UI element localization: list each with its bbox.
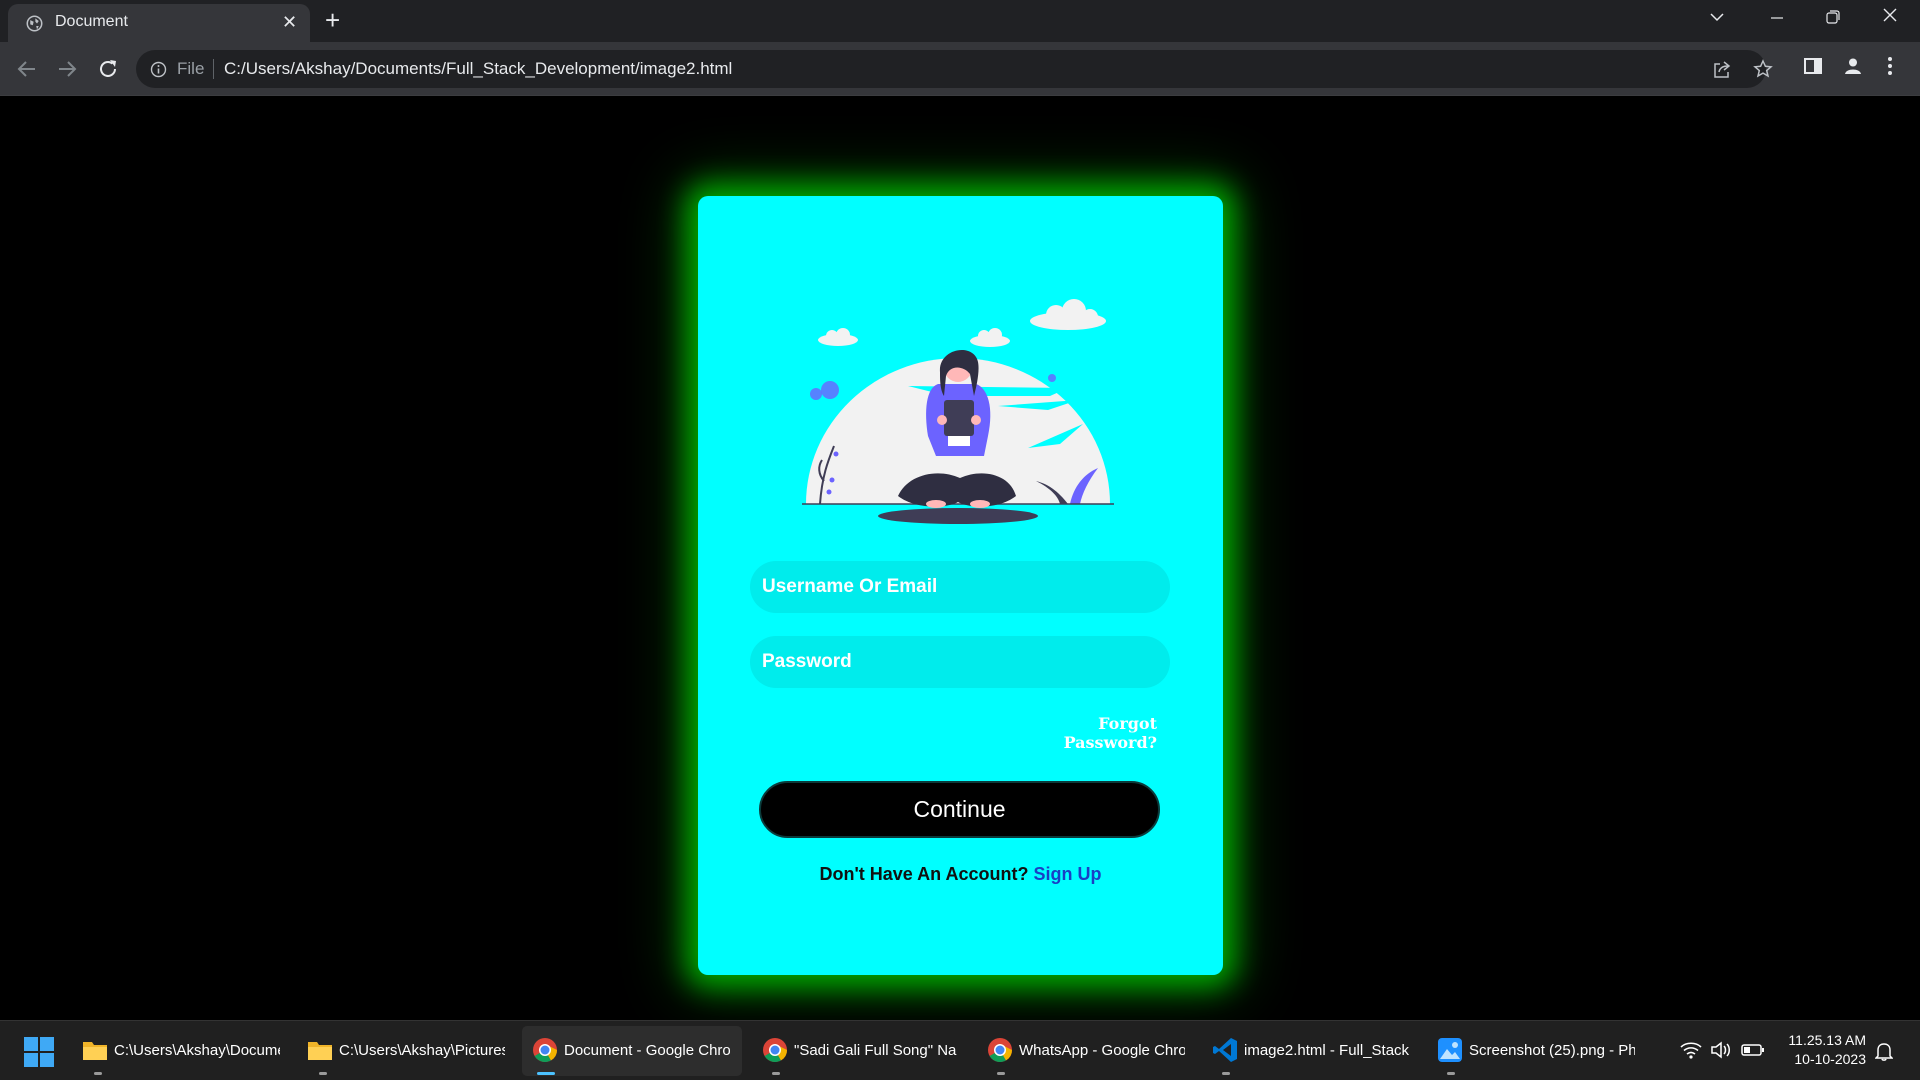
chrome-icon <box>988 1038 1012 1063</box>
volume-icon[interactable] <box>1710 1041 1732 1059</box>
continue-button[interactable]: Continue <box>759 781 1160 838</box>
folder-icon <box>308 1042 332 1060</box>
chrome-icon <box>763 1038 787 1063</box>
vscode-icon <box>1213 1038 1237 1062</box>
new-tab-icon[interactable]: + <box>325 5 340 35</box>
clock-time[interactable]: 11.25.13 AM <box>1770 1032 1866 1048</box>
browser-tab-bar: Document ✕ + <box>0 0 1920 42</box>
running-indicator <box>1222 1072 1230 1075</box>
minimize-icon[interactable] <box>1770 7 1784 21</box>
taskbar-item-chrome-document[interactable]: Document - Google Chrome <box>522 1026 742 1076</box>
taskbar-label: Document - Google Chrome <box>564 1042 730 1059</box>
running-indicator <box>772 1072 780 1075</box>
tab-search-icon[interactable] <box>1708 8 1726 26</box>
windows-taskbar: C:\Users\Akshay\Documents C:\Users\Aksha… <box>0 1020 1920 1080</box>
running-indicator <box>1447 1072 1455 1075</box>
address-bar[interactable]: File C:/Users/Akshay/Documents/Full_Stac… <box>136 50 1773 88</box>
tab-close-icon[interactable]: ✕ <box>282 12 297 32</box>
reload-icon[interactable] <box>96 57 120 81</box>
taskbar-label: Screenshot (25).png - Photos <box>1469 1042 1635 1059</box>
notification-bell-icon[interactable] <box>1875 1041 1893 1061</box>
taskbar-item-vscode[interactable]: image2.html - Full_Stack <box>1202 1026 1416 1076</box>
taskbar-label: WhatsApp - Google Chrome <box>1019 1042 1185 1059</box>
bookmark-star-icon[interactable] <box>1753 59 1773 79</box>
browser-toolbar: File C:/Users/Akshay/Documents/Full_Stac… <box>0 42 1920 96</box>
globe-icon <box>26 15 43 32</box>
page-viewport: Username Or Email Password Forgot Passwo… <box>0 97 1920 1020</box>
clock-date[interactable]: 10-10-2023 <box>1770 1051 1866 1067</box>
running-indicator <box>997 1072 1005 1075</box>
share-icon[interactable] <box>1712 60 1732 80</box>
chrome-icon <box>533 1038 557 1063</box>
info-icon[interactable] <box>150 61 167 78</box>
no-account-text: Don't Have An Account? <box>819 864 1029 884</box>
photos-icon <box>1438 1038 1462 1062</box>
forward-arrow-icon[interactable] <box>55 57 79 81</box>
kebab-menu-icon[interactable] <box>1884 56 1896 76</box>
side-panel-icon[interactable] <box>1803 56 1823 76</box>
taskbar-label: "Sadi Gali Full Song" Na <box>794 1042 957 1059</box>
browser-tab[interactable]: Document ✕ <box>8 4 310 42</box>
username-email-input[interactable]: Username Or Email <box>750 561 1170 613</box>
active-indicator <box>537 1072 555 1075</box>
password-placeholder: Password <box>762 651 852 672</box>
taskbar-label: image2.html - Full_Stack <box>1244 1042 1410 1059</box>
password-input[interactable]: Password <box>750 636 1170 688</box>
login-card: Username Or Email Password Forgot Passwo… <box>698 196 1223 975</box>
running-indicator <box>94 1072 102 1075</box>
taskbar-item-chrome-whatsapp[interactable]: WhatsApp - Google Chrome <box>977 1026 1191 1076</box>
signup-prompt: Don't Have An Account? Sign Up <box>698 864 1223 885</box>
restore-icon[interactable] <box>1826 10 1840 24</box>
folder-icon <box>83 1042 107 1060</box>
username-placeholder: Username Or Email <box>762 576 938 597</box>
scheme-label: File <box>177 59 205 78</box>
taskbar-item-chrome-song[interactable]: "Sadi Gali Full Song" Na <box>752 1026 966 1076</box>
omnibox-divider <box>213 59 214 79</box>
url-text[interactable]: C:/Users/Akshay/Documents/Full_Stack_Dev… <box>224 59 732 79</box>
profile-icon[interactable] <box>1843 56 1863 76</box>
running-indicator <box>319 1072 327 1075</box>
windows-start-icon[interactable] <box>24 1037 54 1067</box>
taskbar-item-photos[interactable]: Screenshot (25).png - Photos <box>1427 1026 1641 1076</box>
wifi-icon[interactable] <box>1680 1041 1702 1059</box>
taskbar-label: C:\Users\Akshay\Pictures <box>339 1042 505 1059</box>
sign-up-link[interactable]: Sign Up <box>1033 864 1101 884</box>
taskbar-item-explorer-documents[interactable]: C:\Users\Akshay\Documents <box>72 1026 286 1076</box>
forgot-password-link[interactable]: Forgot Password? <box>1013 714 1157 752</box>
taskbar-label: C:\Users\Akshay\Documents <box>114 1042 280 1059</box>
close-window-icon[interactable] <box>1881 6 1899 24</box>
battery-icon[interactable] <box>1741 1041 1765 1059</box>
reading-woman-illustration <box>802 299 1114 524</box>
taskbar-item-explorer-pictures[interactable]: C:\Users\Akshay\Pictures <box>297 1026 511 1076</box>
tab-title: Document <box>55 13 128 30</box>
back-arrow-icon[interactable] <box>15 57 39 81</box>
